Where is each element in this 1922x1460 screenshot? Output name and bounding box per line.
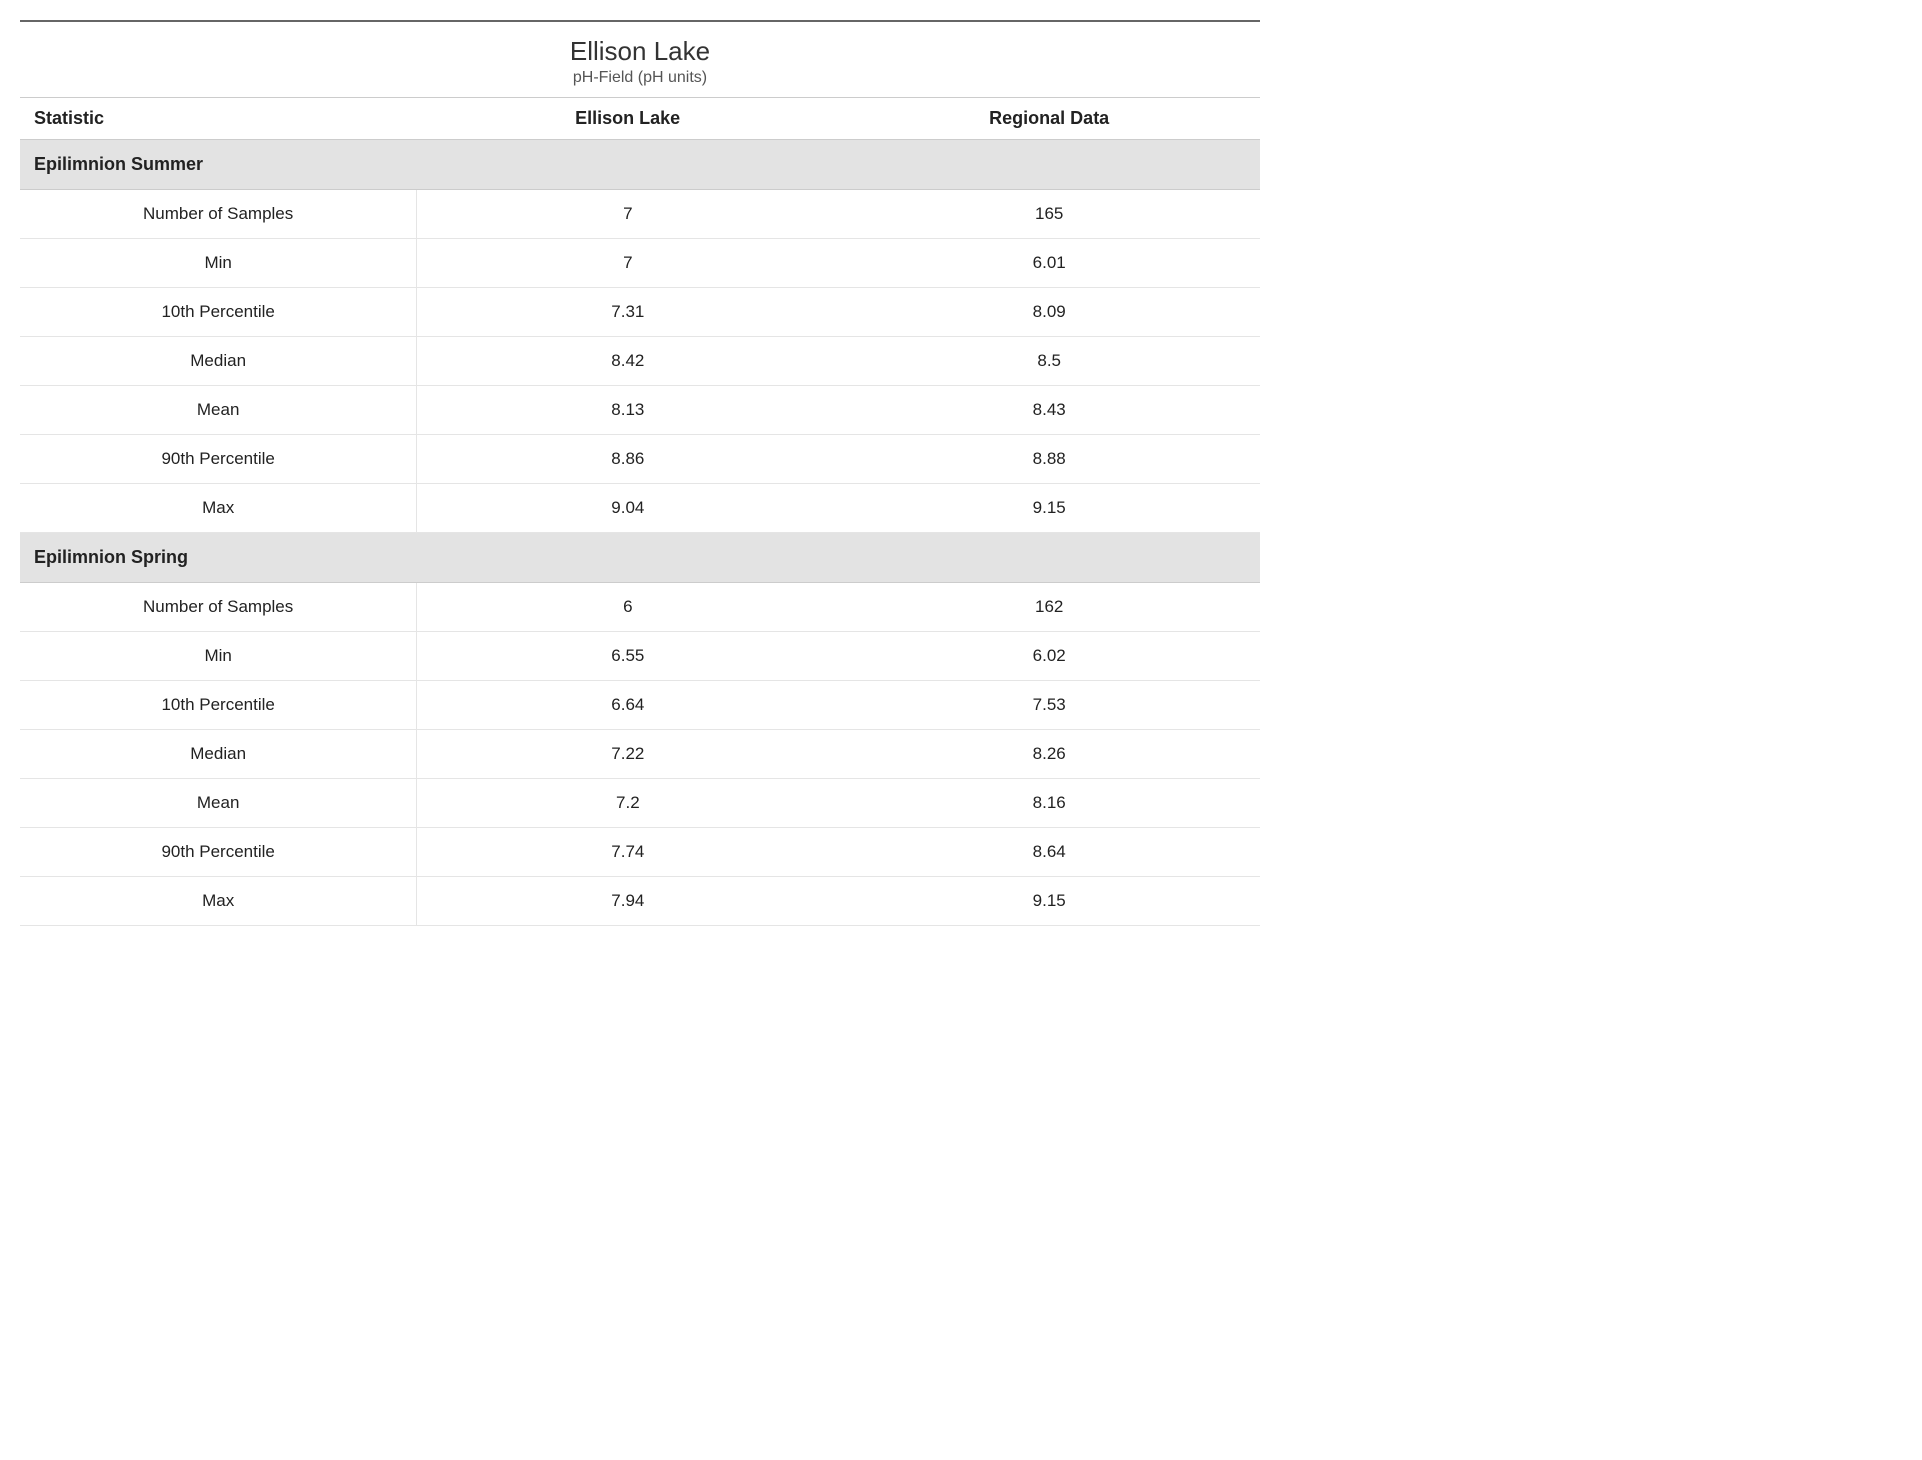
table-row: Max7.949.15 bbox=[20, 877, 1260, 926]
table-row: 10th Percentile7.318.09 bbox=[20, 288, 1260, 337]
stat-name-cell: Number of Samples bbox=[20, 190, 417, 239]
region-value-cell: 6.01 bbox=[838, 239, 1260, 288]
region-value-cell: 8.26 bbox=[838, 730, 1260, 779]
table-subtitle: pH-Field (pH units) bbox=[20, 69, 1260, 98]
lake-value-cell: 6 bbox=[417, 583, 839, 632]
section-header: Epilimnion Summer bbox=[20, 140, 1260, 190]
stat-name-cell: Min bbox=[20, 632, 417, 681]
region-value-cell: 6.02 bbox=[838, 632, 1260, 681]
stat-name-cell: Max bbox=[20, 484, 417, 533]
table-row: Median8.428.5 bbox=[20, 337, 1260, 386]
lake-value-cell: 7 bbox=[417, 239, 839, 288]
table-body: Epilimnion SummerNumber of Samples7165Mi… bbox=[20, 140, 1260, 926]
region-value-cell: 9.15 bbox=[838, 484, 1260, 533]
lake-value-cell: 6.64 bbox=[417, 681, 839, 730]
region-value-cell: 8.5 bbox=[838, 337, 1260, 386]
table-row: 10th Percentile6.647.53 bbox=[20, 681, 1260, 730]
table-row: 90th Percentile7.748.64 bbox=[20, 828, 1260, 877]
table-row: Mean8.138.43 bbox=[20, 386, 1260, 435]
table-row: Number of Samples7165 bbox=[20, 190, 1260, 239]
table-row: Mean7.28.16 bbox=[20, 779, 1260, 828]
region-value-cell: 165 bbox=[838, 190, 1260, 239]
region-value-cell: 9.15 bbox=[838, 877, 1260, 926]
region-value-cell: 8.09 bbox=[838, 288, 1260, 337]
table-row: 90th Percentile8.868.88 bbox=[20, 435, 1260, 484]
statistics-table: Ellison Lake pH-Field (pH units) Statist… bbox=[20, 20, 1260, 926]
lake-value-cell: 7 bbox=[417, 190, 839, 239]
stat-name-cell: Min bbox=[20, 239, 417, 288]
lake-value-cell: 8.13 bbox=[417, 386, 839, 435]
region-value-cell: 8.64 bbox=[838, 828, 1260, 877]
stat-name-cell: 90th Percentile bbox=[20, 435, 417, 484]
table-title: Ellison Lake bbox=[20, 21, 1260, 69]
table-row: Number of Samples6162 bbox=[20, 583, 1260, 632]
stat-name-cell: 10th Percentile bbox=[20, 681, 417, 730]
lake-value-cell: 6.55 bbox=[417, 632, 839, 681]
col-header-region: Regional Data bbox=[838, 98, 1260, 140]
section-header: Epilimnion Spring bbox=[20, 533, 1260, 583]
col-header-statistic: Statistic bbox=[20, 98, 417, 140]
table-row: Median7.228.26 bbox=[20, 730, 1260, 779]
region-value-cell: 8.43 bbox=[838, 386, 1260, 435]
lake-value-cell: 7.94 bbox=[417, 877, 839, 926]
table-row: Min6.556.02 bbox=[20, 632, 1260, 681]
stat-name-cell: Mean bbox=[20, 386, 417, 435]
lake-value-cell: 8.86 bbox=[417, 435, 839, 484]
lake-value-cell: 8.42 bbox=[417, 337, 839, 386]
lake-value-cell: 7.31 bbox=[417, 288, 839, 337]
stat-name-cell: Median bbox=[20, 730, 417, 779]
table-row: Max9.049.15 bbox=[20, 484, 1260, 533]
stat-name-cell: Number of Samples bbox=[20, 583, 417, 632]
stat-name-cell: 10th Percentile bbox=[20, 288, 417, 337]
stat-name-cell: 90th Percentile bbox=[20, 828, 417, 877]
stat-name-cell: Max bbox=[20, 877, 417, 926]
lake-value-cell: 7.2 bbox=[417, 779, 839, 828]
stat-name-cell: Mean bbox=[20, 779, 417, 828]
lake-value-cell: 7.22 bbox=[417, 730, 839, 779]
region-value-cell: 8.16 bbox=[838, 779, 1260, 828]
lake-value-cell: 9.04 bbox=[417, 484, 839, 533]
region-value-cell: 8.88 bbox=[838, 435, 1260, 484]
stat-name-cell: Median bbox=[20, 337, 417, 386]
table-row: Min76.01 bbox=[20, 239, 1260, 288]
lake-value-cell: 7.74 bbox=[417, 828, 839, 877]
region-value-cell: 7.53 bbox=[838, 681, 1260, 730]
region-value-cell: 162 bbox=[838, 583, 1260, 632]
col-header-lake: Ellison Lake bbox=[417, 98, 839, 140]
